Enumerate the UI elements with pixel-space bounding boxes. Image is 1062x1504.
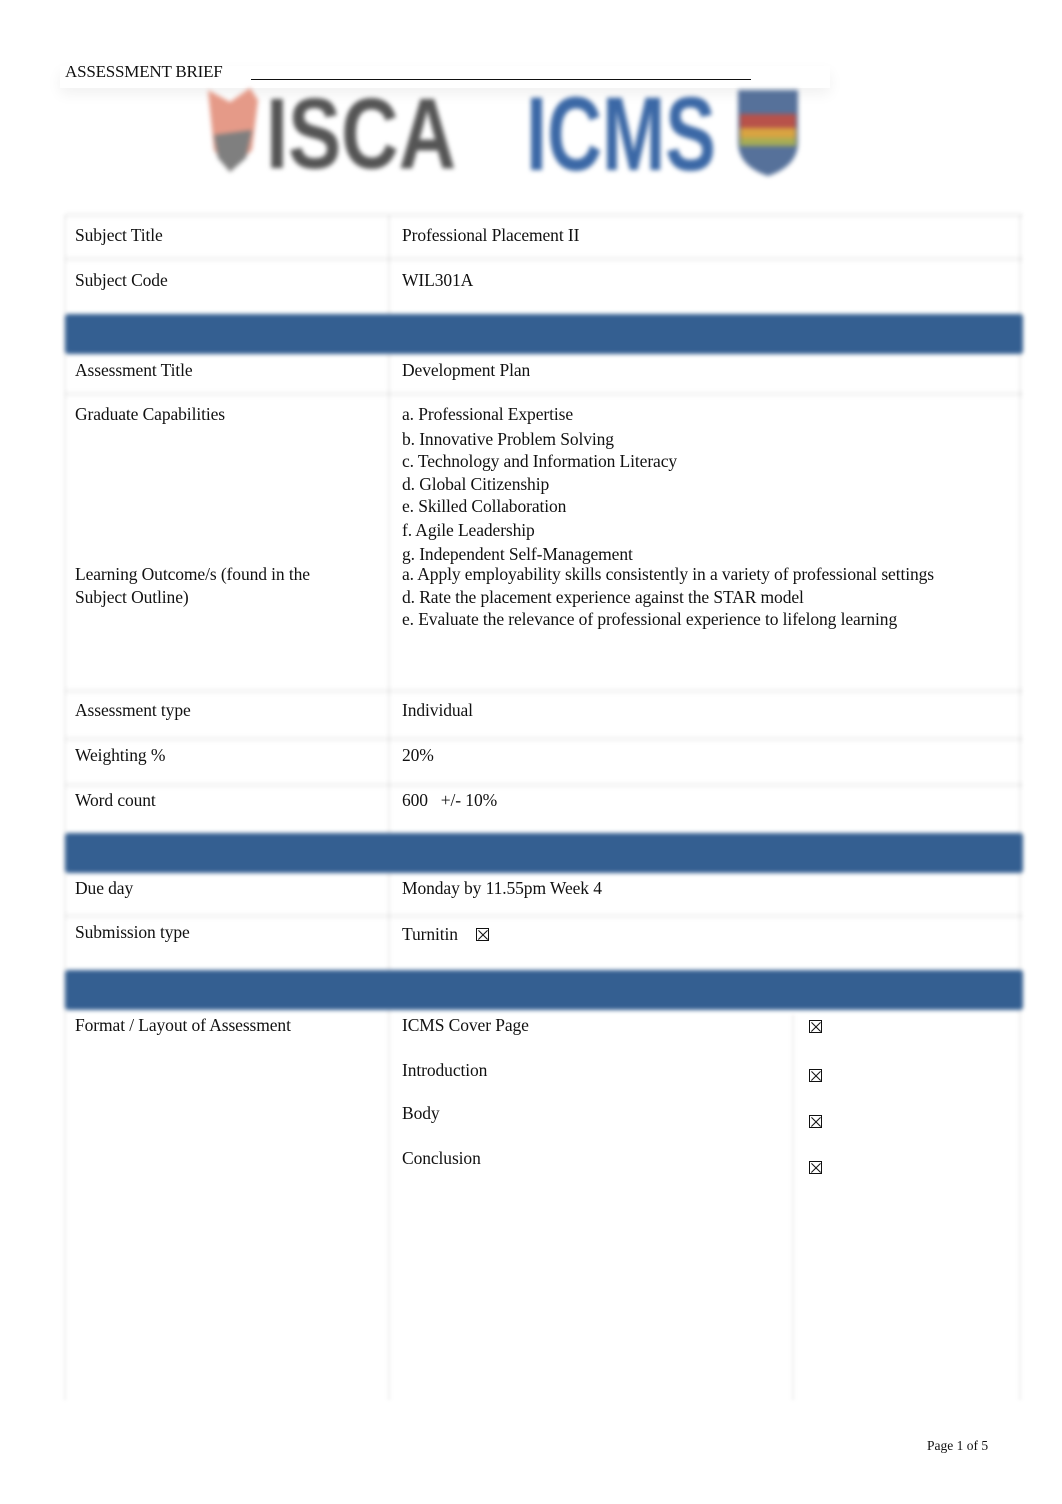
body-checkbox-checked-icon[interactable] [809, 1115, 822, 1128]
row-divider [65, 255, 1023, 263]
section-band [65, 833, 1023, 873]
section-band [65, 314, 1023, 354]
format-item-conclusion: Conclusion [402, 1148, 481, 1168]
submission-type-value: Turnitin [402, 923, 977, 946]
format-layout-label: Format / Layout of Assessment [75, 1015, 291, 1035]
assessment-type-label: Assessment type [75, 700, 191, 720]
capability-item: d. Global Citizenship [402, 473, 550, 494]
submission-type-text: Turnitin [402, 924, 458, 944]
row-divider [65, 781, 1023, 789]
introduction-checkbox-checked-icon[interactable] [809, 1069, 822, 1082]
section-band [65, 970, 1023, 1010]
isca-logo-text: ISCA [266, 80, 456, 180]
learning-outcome-item: e. Evaluate the relevance of professiona… [402, 609, 898, 629]
weighting-label: Weighting % [75, 745, 166, 765]
subject-title-value: Professional Placement II [402, 225, 580, 245]
subject-code-value: WIL301A [402, 270, 474, 290]
capability-item: e. Skilled Collaboration [402, 496, 567, 516]
icms-logo-text: ICMS [526, 80, 716, 180]
turnitin-checkbox-checked-icon[interactable] [476, 928, 490, 941]
cover-page-checkbox-checked-icon[interactable] [809, 1020, 822, 1033]
row-divider [65, 912, 1023, 920]
row-divider [65, 687, 1023, 695]
icms-logo: ICMS [526, 80, 798, 180]
subject-title-label: Subject Title [75, 225, 163, 245]
row-divider [65, 211, 1023, 219]
format-item-introduction: Introduction [402, 1060, 488, 1080]
document-header-title: ASSESSMENT BRIEF [65, 62, 223, 81]
row-divider [65, 735, 1023, 743]
subject-code-label: Subject Code [75, 270, 168, 290]
assessment-type-value: Individual [402, 700, 473, 720]
learning-outcomes-list: a. Apply employability skills consistent… [402, 563, 977, 631]
due-day-value: Monday by 11.55pm Week 4 [402, 878, 602, 898]
capability-item: f. Agile Leadership [402, 519, 535, 540]
isca-shield-lower [214, 130, 252, 172]
capability-item: a. Professional Expertise [402, 404, 573, 424]
word-count-label: Word count [75, 790, 156, 810]
graduate-capabilities-label: Graduate Capabilities [75, 404, 225, 424]
capability-item: b. Innovative Problem Solving [402, 428, 614, 449]
learning-outcomes-label: Learning Outcome/s (found in the Subject… [75, 564, 310, 607]
conclusion-checkbox-checked-icon[interactable] [809, 1161, 822, 1174]
assessment-title-value: Development Plan [402, 360, 531, 380]
assessment-table: Subject Title Professional Placement II … [62, 211, 1023, 1400]
assessment-title-label: Assessment Title [75, 360, 193, 380]
graduate-capabilities-list: a. Professional Expertise b. Innovative … [402, 403, 977, 566]
due-day-label: Due day [75, 878, 134, 898]
icms-crest-icon [738, 90, 798, 176]
format-item-cover-page: ICMS Cover Page [402, 1015, 529, 1035]
page-number: Page 1 of 5 [927, 1438, 989, 1453]
row-divider [65, 390, 1023, 398]
word-count-value: 600 +/- 10% [402, 790, 498, 810]
format-item-body: Body [402, 1103, 440, 1123]
capability-item: c. Technology and Information Literacy [402, 451, 678, 471]
weighting-value: 20% [402, 745, 434, 765]
submission-type-label: Submission type [75, 922, 190, 942]
learning-outcome-item: d. Rate the placement experience against… [402, 586, 804, 607]
logo-banner: ISCA ICMS [190, 80, 830, 185]
isca-logo: ISCA [208, 80, 456, 180]
learning-outcome-item: a. Apply employability skills consistent… [402, 564, 934, 584]
